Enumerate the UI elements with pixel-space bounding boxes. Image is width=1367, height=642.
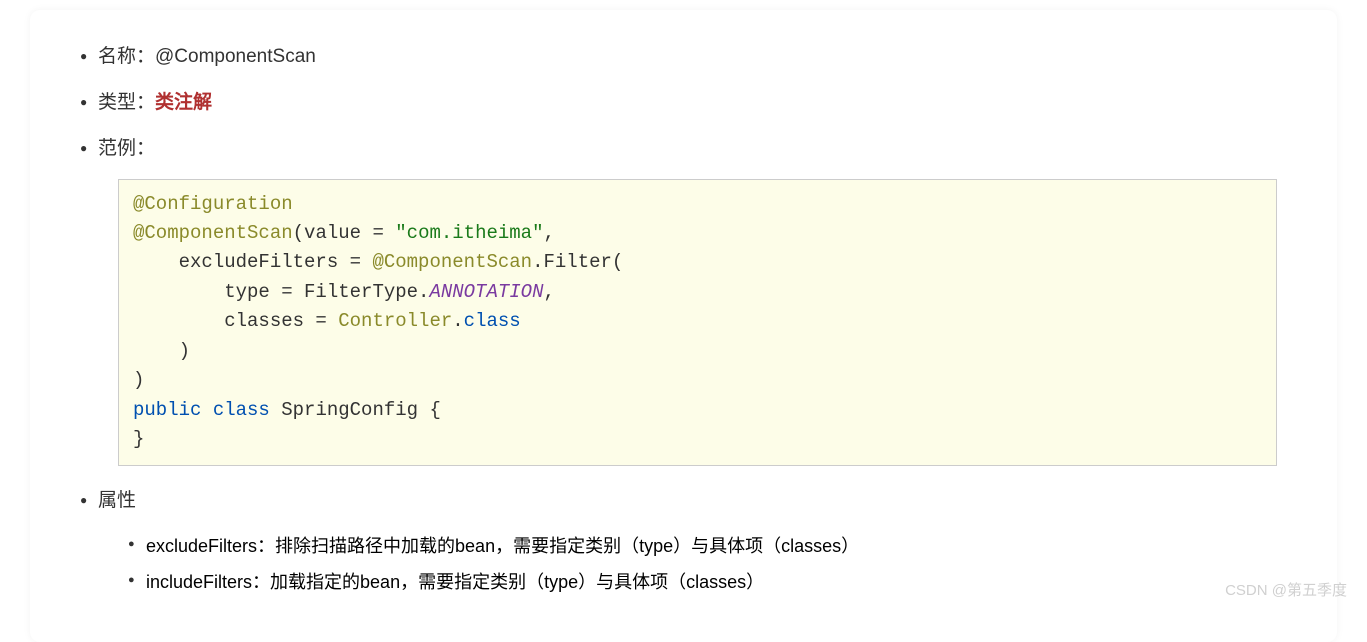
properties-label: 属性 [98,490,136,511]
sub-item-include: includeFilters：加载指定的bean，需要指定类别（type）与具体… [128,564,1287,600]
code-token: .Filter( [532,251,623,273]
code-token: class [213,399,270,421]
code-token: public [133,399,201,421]
sub-text: includeFilters：加载指定的bean，需要指定类别（type）与具体… [146,572,764,592]
code-token: "com.itheima" [395,222,543,244]
code-block: @Configuration @ComponentScan(value = "c… [118,179,1277,466]
code-token: Controller [338,310,452,332]
code-token: . [452,310,463,332]
code-token: classes = [133,310,338,332]
properties-list: 属性 excludeFilters：排除扫描路径中加载的bean，需要指定类别（… [80,484,1287,600]
type-value: 类注解 [155,92,212,113]
item-type: 类型：类注解 [80,86,1287,120]
item-example: 范例： [80,132,1287,166]
name-value: @ComponentScan [155,46,316,67]
main-list: 名称：@ComponentScan 类型：类注解 范例： [80,40,1287,167]
sub-text: excludeFilters：排除扫描路径中加载的bean，需要指定类别（typ… [146,536,859,556]
watermark: CSDN @第五季度 [1225,579,1347,600]
code-token: type = FilterType. [133,281,429,303]
code-token: @ComponentScan [372,251,532,273]
document-container: 名称：@ComponentScan 类型：类注解 范例： @Configurat… [30,10,1337,642]
code-token: ANNOTATION [429,281,543,303]
code-token: (value = [293,222,396,244]
code-token: ) [133,340,190,362]
sub-item-exclude: excludeFilters：排除扫描路径中加载的bean，需要指定类别（typ… [128,528,1287,564]
item-name: 名称：@ComponentScan [80,40,1287,74]
code-token: } [133,428,144,450]
item-properties: 属性 excludeFilters：排除扫描路径中加载的bean，需要指定类别（… [80,484,1287,600]
name-label: 名称： [98,46,155,67]
code-token: excludeFilters = [133,251,372,273]
code-token: @ComponentScan [133,222,293,244]
code-token: class [464,310,521,332]
type-label: 类型： [98,92,155,113]
code-token: , [544,222,555,244]
code-token: ) [133,369,144,391]
code-token: , [543,281,554,303]
code-token: @Configuration [133,193,293,215]
sub-list: excludeFilters：排除扫描路径中加载的bean，需要指定类别（typ… [128,528,1287,600]
example-label: 范例： [98,138,155,159]
code-token [201,399,212,421]
code-token: SpringConfig { [270,399,441,421]
